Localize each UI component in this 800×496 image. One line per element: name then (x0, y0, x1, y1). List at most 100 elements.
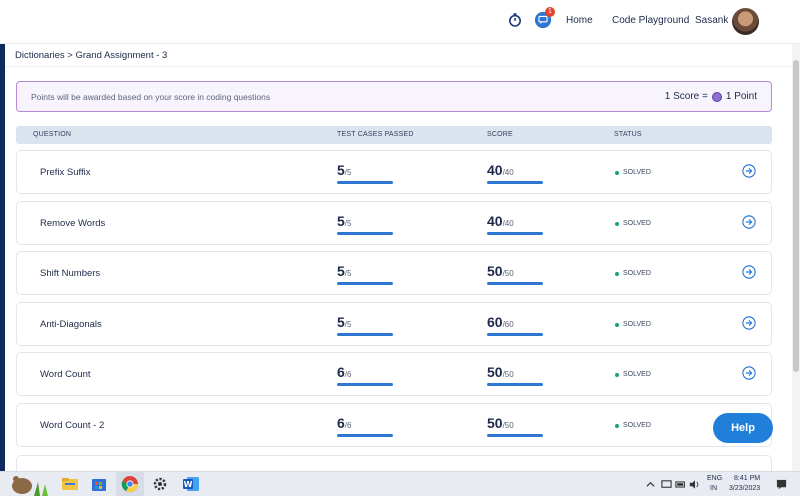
arrow-right-circle-icon[interactable] (742, 316, 756, 330)
tests-passed-value: 5 (337, 213, 345, 229)
test-cases-passed: 6/6 (337, 364, 393, 386)
help-button[interactable]: Help (713, 413, 773, 443)
display-icon[interactable] (661, 479, 672, 490)
table-row[interactable]: Anti-Diagonals 5/5 60/60 SOLVED (16, 302, 772, 346)
header-test-cases: TEST CASES PASSED (337, 131, 414, 138)
nav-code-playground-link[interactable]: Code Playground (612, 15, 689, 26)
status-badge: SOLVED (615, 422, 651, 429)
timer-icon[interactable] (507, 12, 523, 28)
language-top[interactable]: ENG (707, 475, 722, 482)
tests-total-value: /5 (344, 269, 352, 278)
nav-home-link[interactable]: Home (566, 15, 593, 26)
question-name[interactable]: Remove Words (40, 218, 105, 229)
question-name[interactable]: Word Count - 2 (40, 420, 104, 431)
score-progress-bar (487, 181, 543, 184)
word-icon[interactable]: W (182, 475, 200, 493)
points-conversion: 1 Score = 1 Point (665, 91, 757, 102)
table-row[interactable]: Prefix Suffix 5/5 40/40 SOLVED (16, 150, 772, 194)
score-value: 40 (487, 162, 503, 178)
store-icon[interactable] (90, 475, 108, 493)
status-badge: SOLVED (615, 321, 651, 328)
status-dot (615, 221, 619, 226)
question-name[interactable]: Shift Numbers (40, 268, 100, 279)
table-header: QUESTION TEST CASES PASSED SCORE STATUS (16, 126, 772, 144)
coin-icon (711, 91, 722, 102)
arrow-right-circle-icon[interactable] (742, 164, 756, 178)
left-rail (0, 44, 5, 471)
score: 50/50 (487, 364, 543, 386)
status-dot (615, 271, 619, 276)
battery-icon[interactable] (675, 480, 687, 489)
status-dot (615, 372, 619, 377)
score-value: 50 (487, 263, 503, 279)
score: 50/50 (487, 263, 543, 285)
user-name[interactable]: Sasank (695, 15, 728, 26)
tests-total-value: /5 (344, 320, 352, 329)
score-progress-bar (487, 383, 543, 386)
language-bottom[interactable]: IN (710, 485, 717, 492)
mascot-icon[interactable] (0, 472, 48, 496)
tests-progress-bar (337, 333, 393, 336)
status-badge: SOLVED (615, 371, 651, 378)
score-value: 50 (487, 364, 503, 380)
score-max-value: /40 (502, 219, 514, 228)
windows-taskbar: W ENG IN 8:41 PM 3/23/2023 (0, 471, 800, 496)
test-cases-passed: 5/5 (337, 162, 393, 184)
tests-total-value: /6 (344, 370, 352, 379)
banner-text: Points will be awarded based on your sco… (31, 92, 271, 102)
status-text: SOLVED (623, 169, 651, 176)
clock-date[interactable]: 3/23/2023 (729, 485, 760, 492)
top-navbar: 1 Home Code Playground Sasank (0, 0, 800, 44)
table-row[interactable]: Word Count 6/6 50/50 SOLVED (16, 352, 772, 396)
tests-passed-value: 5 (337, 314, 345, 330)
score-progress-bar (487, 434, 543, 437)
tests-progress-bar (337, 434, 393, 437)
score-value: 60 (487, 314, 503, 330)
header-question: QUESTION (33, 131, 72, 138)
tests-progress-bar (337, 282, 393, 285)
status-text: SOLVED (623, 321, 651, 328)
notification-center-icon[interactable] (776, 479, 787, 490)
file-explorer-icon[interactable] (61, 475, 79, 493)
arrow-right-circle-icon[interactable] (742, 265, 756, 279)
points-info-banner: Points will be awarded based on your sco… (16, 81, 772, 112)
tests-progress-bar (337, 383, 393, 386)
tests-passed-value: 5 (337, 162, 345, 178)
score-label: 1 Score = (664, 91, 708, 102)
volume-icon[interactable] (689, 479, 701, 490)
avatar[interactable] (732, 8, 759, 35)
question-name[interactable]: Prefix Suffix (40, 167, 91, 178)
tests-progress-bar (337, 232, 393, 235)
score: 40/40 (487, 213, 543, 235)
clock-time[interactable]: 8:41 PM (734, 475, 760, 482)
score: 40/40 (487, 162, 543, 184)
chevron-up-icon[interactable] (646, 480, 655, 489)
point-label: 1 Point (725, 91, 757, 102)
status-text: SOLVED (623, 371, 651, 378)
table-row[interactable]: Shift Numbers 5/5 50/50 SOLVED (16, 251, 772, 295)
tests-passed-value: 6 (337, 415, 345, 431)
scrollbar-thumb[interactable] (793, 60, 799, 372)
test-cases-passed: 5/5 (337, 314, 393, 336)
test-cases-passed: 5/5 (337, 263, 393, 285)
arrow-right-circle-icon[interactable] (742, 366, 756, 380)
status-badge: SOLVED (615, 169, 651, 176)
status-badge: SOLVED (615, 220, 651, 227)
chrome-icon[interactable] (121, 475, 139, 493)
breadcrumb-bar: Dictionaries > Grand Assignment - 3 (5, 44, 795, 67)
question-name[interactable]: Anti-Diagonals (40, 319, 102, 330)
svg-text:W: W (184, 480, 193, 489)
question-name[interactable]: Word Count (40, 369, 91, 380)
arrow-right-circle-icon[interactable] (742, 215, 756, 229)
settings-gear-icon[interactable] (151, 475, 169, 493)
score-max-value: /40 (502, 168, 514, 177)
score-max-value: /50 (502, 370, 514, 379)
table-row[interactable]: Word Count - 2 6/6 50/50 SOLVED (16, 403, 772, 447)
status-dot (615, 423, 619, 428)
score: 50/50 (487, 415, 543, 437)
table-row[interactable]: Remove Words 5/5 40/40 SOLVED (16, 201, 772, 245)
status-text: SOLVED (623, 270, 651, 277)
test-cases-passed: 6/6 (337, 415, 393, 437)
tests-passed-value: 5 (337, 263, 345, 279)
breadcrumb[interactable]: Dictionaries > Grand Assignment - 3 (15, 50, 167, 61)
